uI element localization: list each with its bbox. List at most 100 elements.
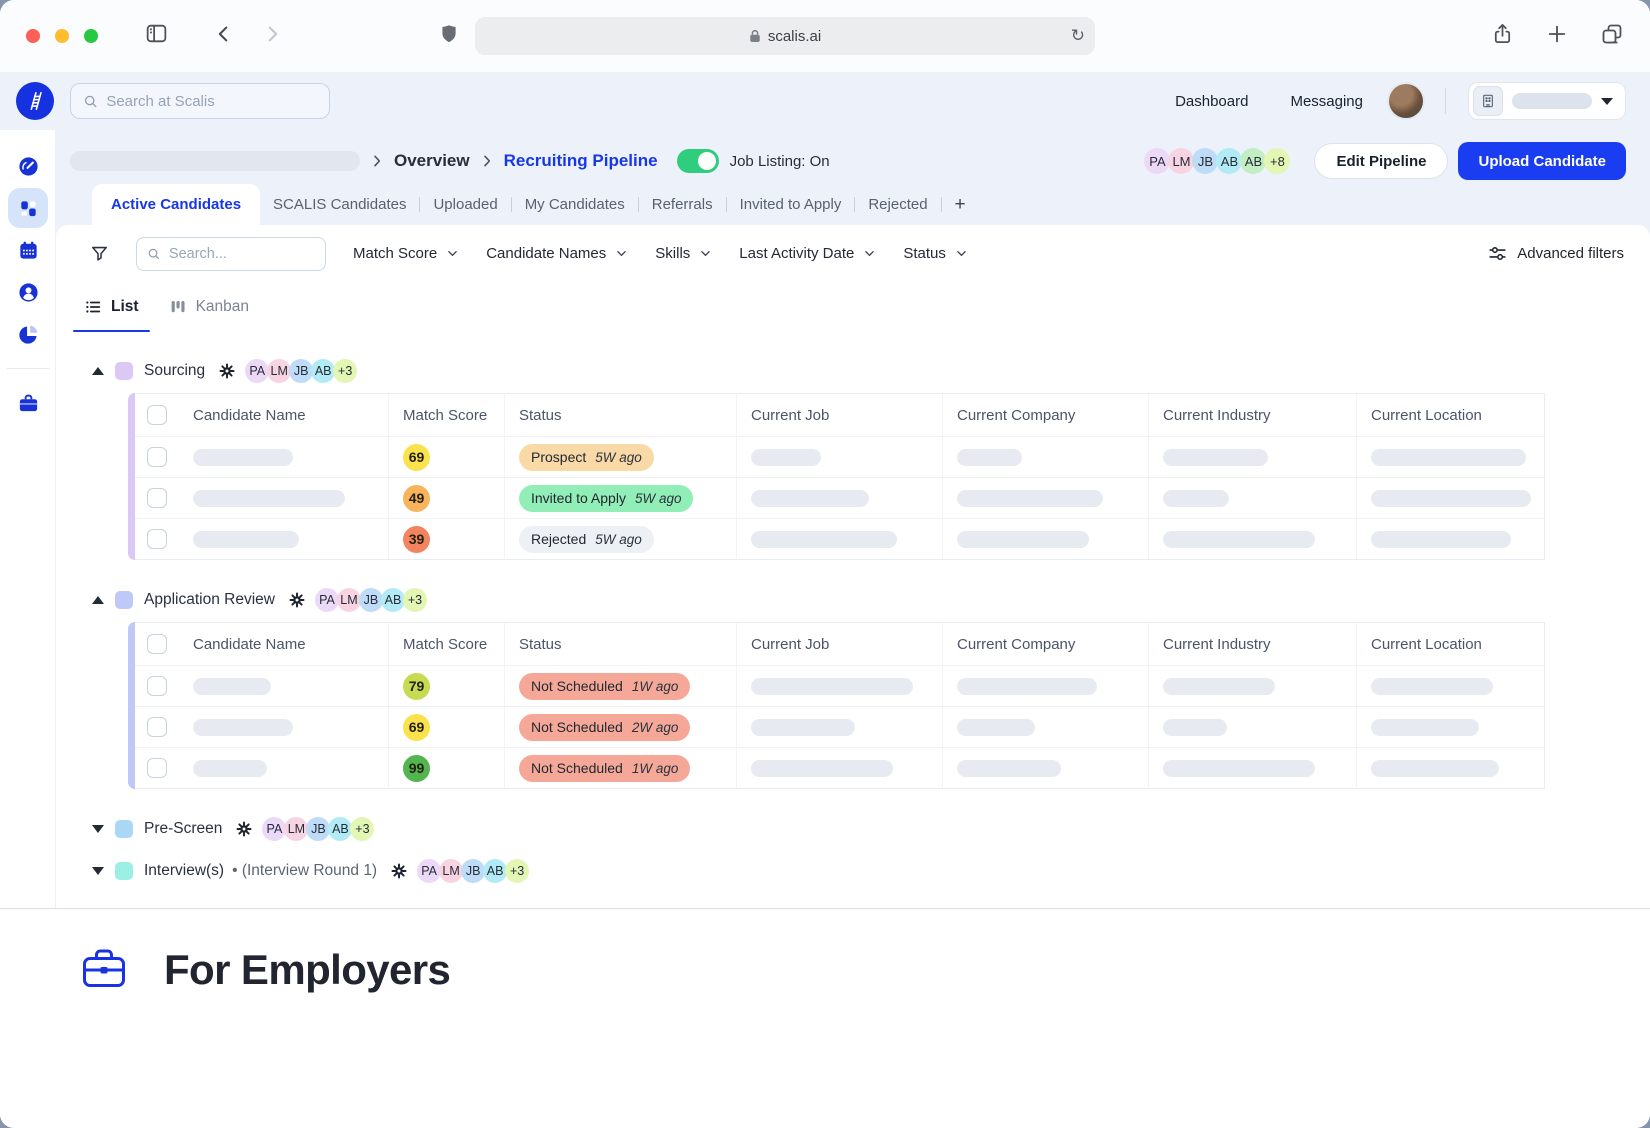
select-all-checkbox[interactable] <box>147 405 167 425</box>
avatar-chip[interactable]: AB <box>311 359 335 383</box>
collapse-icon[interactable] <box>92 596 104 604</box>
avatar-chip[interactable]: PA <box>245 359 269 383</box>
reload-icon[interactable]: ↻ <box>1071 26 1085 46</box>
table-row[interactable]: 69 Not Scheduled2W ago <box>135 706 1544 747</box>
nav-dashboard[interactable]: Dashboard <box>1175 93 1248 110</box>
avatar-chip[interactable]: JB <box>461 859 485 883</box>
breadcrumb-current-page[interactable]: Recruiting Pipeline <box>504 151 658 171</box>
table-row[interactable]: 69 Prospect5W ago <box>135 436 1544 477</box>
column-header: Candidate Name <box>179 394 388 436</box>
global-search[interactable] <box>70 83 330 119</box>
address-bar[interactable]: scalis.ai ↻ <box>475 17 1095 55</box>
avatar-chip[interactable]: PA <box>1144 148 1170 174</box>
table-row[interactable]: 79 Not Scheduled1W ago <box>135 665 1544 706</box>
avatar-chip[interactable]: LM <box>1168 148 1194 174</box>
tab-scalis-candidates[interactable]: SCALIS Candidates <box>260 184 419 225</box>
tab-rejected[interactable]: Rejected <box>855 184 940 225</box>
sidebar-item-profile[interactable] <box>8 272 48 312</box>
table-row[interactable]: 39 Rejected5W ago <box>135 518 1544 559</box>
breadcrumb-overview[interactable]: Overview <box>394 151 470 171</box>
sidebar-item-dashboard[interactable] <box>8 146 48 186</box>
tab-my-candidates[interactable]: My Candidates <box>512 184 638 225</box>
expand-icon[interactable] <box>92 867 104 875</box>
tab-overview-icon[interactable] <box>1600 22 1624 51</box>
new-tab-icon[interactable] <box>1546 23 1568 50</box>
scalis-logo[interactable] <box>16 82 54 120</box>
privacy-shield-icon[interactable] <box>438 22 460 51</box>
collapse-icon[interactable] <box>92 367 104 375</box>
filter-match-score[interactable]: Match Score <box>353 245 459 262</box>
avatar-chip[interactable]: PA <box>315 588 339 612</box>
sidebar-item-employers[interactable] <box>8 383 48 423</box>
avatar-overflow-chip[interactable]: +3 <box>505 859 529 883</box>
select-all-checkbox[interactable] <box>147 634 167 654</box>
avatar-chip[interactable]: AB <box>483 859 507 883</box>
user-avatar[interactable] <box>1389 84 1423 118</box>
avatar-overflow-chip[interactable]: +3 <box>350 817 374 841</box>
avatar-overflow-chip[interactable]: +8 <box>1264 148 1290 174</box>
view-list[interactable]: List <box>69 282 154 332</box>
view-kanban[interactable]: Kanban <box>154 282 264 332</box>
expand-icon[interactable] <box>92 825 104 833</box>
avatar-overflow-chip[interactable]: +3 <box>333 359 357 383</box>
filter-last-activity-date[interactable]: Last Activity Date <box>739 245 876 262</box>
sidebar-item-analytics[interactable] <box>8 314 48 354</box>
filter-status[interactable]: Status <box>903 245 968 262</box>
candidate-search-input[interactable] <box>169 246 315 262</box>
avatar-chip[interactable]: PA <box>262 817 286 841</box>
minimize-button[interactable] <box>55 29 69 43</box>
job-listing-toggle[interactable] <box>677 149 719 173</box>
zoom-button[interactable] <box>84 29 98 43</box>
candidate-search[interactable] <box>136 237 326 271</box>
filter-candidate-names[interactable]: Candidate Names <box>486 245 628 262</box>
avatar-chip[interactable]: JB <box>289 359 313 383</box>
close-button[interactable] <box>26 29 40 43</box>
avatar-chip[interactable]: LM <box>337 588 361 612</box>
tab-invited-to-apply[interactable]: Invited to Apply <box>727 184 855 225</box>
nav-messaging[interactable]: Messaging <box>1290 93 1363 110</box>
tab-active-candidates[interactable]: Active Candidates <box>92 184 260 225</box>
gear-icon[interactable] <box>390 862 408 880</box>
avatar-chip[interactable]: AB <box>381 588 405 612</box>
tab-uploaded[interactable]: Uploaded <box>420 184 510 225</box>
avatar-chip[interactable]: AB <box>328 817 352 841</box>
sidebar-toggle-icon[interactable] <box>144 21 169 51</box>
forward-button[interactable] <box>261 23 283 50</box>
upload-candidate-button[interactable]: Upload Candidate <box>1458 142 1626 180</box>
avatar-chip[interactable]: PA <box>417 859 441 883</box>
filter-funnel-icon[interactable] <box>90 244 109 263</box>
table-row[interactable]: 49 Invited to Apply5W ago <box>135 477 1544 518</box>
avatar-chip[interactable]: AB <box>1216 148 1242 174</box>
row-checkbox[interactable] <box>147 488 167 508</box>
status-label: Not Scheduled <box>531 760 623 776</box>
gear-icon[interactable] <box>218 362 236 380</box>
gear-icon[interactable] <box>235 820 253 838</box>
row-checkbox[interactable] <box>147 758 167 778</box>
avatar-chip[interactable]: LM <box>284 817 308 841</box>
edit-pipeline-button[interactable]: Edit Pipeline <box>1314 143 1448 179</box>
avatar-overflow-chip[interactable]: +3 <box>403 588 427 612</box>
avatar-chip[interactable]: JB <box>306 817 330 841</box>
row-checkbox[interactable] <box>147 447 167 467</box>
table-row[interactable]: 99 Not Scheduled1W ago <box>135 747 1544 788</box>
avatar-chip[interactable]: LM <box>439 859 463 883</box>
filter-skills[interactable]: Skills <box>655 245 712 262</box>
tab-referrals[interactable]: Referrals <box>639 184 726 225</box>
gear-icon[interactable] <box>288 591 306 609</box>
row-checkbox[interactable] <box>147 676 167 696</box>
avatar-chip[interactable]: JB <box>359 588 383 612</box>
avatar-chip[interactable]: AB <box>1240 148 1266 174</box>
add-tab-button[interactable]: + <box>942 194 979 216</box>
row-checkbox[interactable] <box>147 717 167 737</box>
advanced-filters-button[interactable]: Advanced filters <box>1488 244 1624 263</box>
search-input[interactable] <box>106 93 317 110</box>
share-icon[interactable] <box>1491 22 1514 50</box>
row-checkbox[interactable] <box>147 529 167 549</box>
divider <box>7 368 49 369</box>
avatar-chip[interactable]: JB <box>1192 148 1218 174</box>
avatar-chip[interactable]: LM <box>267 359 291 383</box>
sidebar-item-calendar[interactable] <box>8 230 48 270</box>
account-switcher[interactable] <box>1468 82 1626 120</box>
sidebar-item-pipeline[interactable] <box>8 188 48 228</box>
back-button[interactable] <box>213 23 235 50</box>
